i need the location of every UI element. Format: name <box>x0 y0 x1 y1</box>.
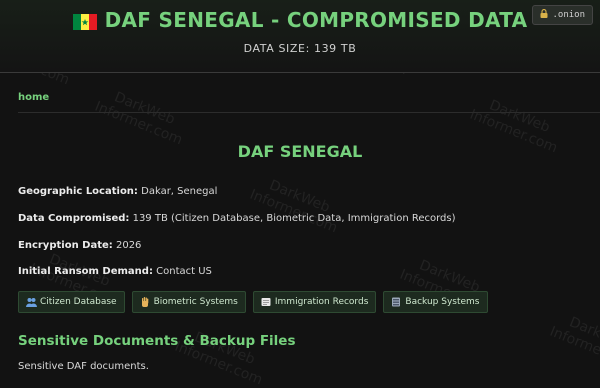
document-icon <box>261 297 271 307</box>
onion-label: .onion <box>552 10 585 20</box>
data-size-label: DATA SIZE: 139 TB <box>243 42 357 55</box>
people-icon <box>26 297 37 307</box>
storage-icon <box>391 297 401 307</box>
field-label: Initial Ransom Demand: <box>18 266 153 277</box>
location-field: Geographic Location: Dakar, Senegal <box>18 186 217 197</box>
data-compromised-field: Data Compromised: 139 TB (Citizen Databa… <box>18 213 456 224</box>
tag-immigration-records[interactable]: Immigration Records <box>252 291 377 313</box>
field-value: Contact US <box>156 266 212 277</box>
onion-badge[interactable]: .onion <box>532 5 593 25</box>
field-label: Encryption Date: <box>18 240 113 251</box>
section-text: Sensitive DAF documents. <box>18 361 149 372</box>
divider <box>18 112 600 113</box>
tag-backup-systems[interactable]: Backup Systems <box>383 291 488 313</box>
section-heading: Sensitive Documents & Backup Files <box>18 333 296 349</box>
tag-label: Citizen Database <box>40 297 117 307</box>
lock-icon <box>540 9 548 21</box>
category-tags: Citizen Database Biometric Systems Immig… <box>18 291 488 313</box>
field-value: Dakar, Senegal <box>141 186 218 197</box>
page-header-title: DAF SENEGAL - COMPROMISED DATA <box>0 8 600 35</box>
watermark: DarkWebInformer.com <box>547 314 600 374</box>
encryption-date-field: Encryption Date: 2026 <box>18 240 141 251</box>
senegal-flag-icon <box>72 11 97 35</box>
field-label: Geographic Location: <box>18 186 138 197</box>
tag-label: Backup Systems <box>405 297 480 307</box>
tag-biometric-systems[interactable]: Biometric Systems <box>131 291 246 313</box>
tag-label: Biometric Systems <box>153 297 238 307</box>
page-title: DAF SENEGAL <box>237 142 363 161</box>
hand-icon <box>140 297 150 307</box>
field-value: 2026 <box>115 240 142 251</box>
watermark: DarkWebInformer.com <box>92 89 185 149</box>
watermark: DarkWebInformer.com <box>247 177 340 237</box>
tag-label: Immigration Records <box>274 297 369 307</box>
page-header: DAF SENEGAL - COMPROMISED DATA DATA SIZE… <box>0 0 600 73</box>
title-text: DAF SENEGAL - COMPROMISED DATA <box>104 8 528 32</box>
home-link[interactable]: home <box>18 92 49 103</box>
field-label: Data Compromised: <box>18 213 130 224</box>
tag-citizen-database[interactable]: Citizen Database <box>18 291 125 313</box>
field-value: 139 TB (Citizen Database, Biometric Data… <box>132 213 456 224</box>
ransom-demand-field: Initial Ransom Demand: Contact US <box>18 266 212 277</box>
